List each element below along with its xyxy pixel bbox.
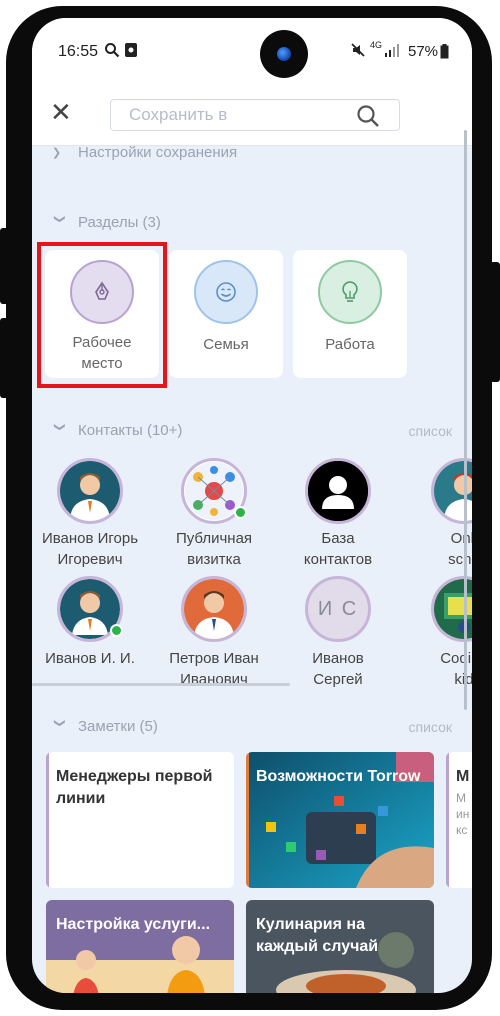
- online-indicator: [110, 624, 123, 637]
- section-card-family[interactable]: Семья: [169, 250, 283, 378]
- notes-header[interactable]: ❯ Заметки (5): [52, 718, 158, 735]
- note-excerpt: Мин кс: [456, 791, 470, 837]
- battery-level: 57%: [408, 43, 439, 60]
- selection-highlight: [37, 242, 167, 388]
- save-settings-label: Настройки сохранения: [78, 144, 238, 161]
- avatar: И С: [305, 576, 371, 642]
- smile-icon: [216, 282, 236, 302]
- section-label: Работа: [325, 336, 375, 353]
- contact-name: Иванов И. И.: [45, 650, 135, 667]
- volume-button: [0, 228, 10, 304]
- note-title: Кулинария на каждый случай: [256, 916, 379, 955]
- lightbulb-icon: [342, 281, 358, 302]
- status-bar: 16:55 4G 57%: [32, 18, 472, 82]
- note-title: Менеджеры первой линии: [56, 768, 213, 807]
- note-stripe: [246, 752, 249, 888]
- search-status-icon: [104, 42, 120, 62]
- chevron-down-icon: ❯: [53, 214, 66, 224]
- note-card[interactable]: Настройка услуги...: [46, 900, 234, 993]
- avatar: [57, 576, 123, 642]
- search-icon[interactable]: [355, 103, 381, 129]
- note-stripe: [446, 752, 449, 888]
- contact-initials: И С: [317, 597, 359, 620]
- contacts-list-link[interactable]: список: [409, 423, 452, 439]
- note-card[interactable]: Менеджеры первой линии: [46, 752, 234, 888]
- status-time: 16:55: [58, 43, 99, 60]
- contact-item[interactable]: Публичная визитка: [154, 458, 274, 570]
- contact-name: Иванов Игорь Игоревич: [41, 530, 139, 568]
- notes-header-label: Заметки (5): [78, 718, 158, 735]
- contact-name: База контактов: [303, 530, 373, 568]
- chevron-down-icon: ❯: [53, 422, 66, 432]
- screen: 16:55 4G 57% ✕ ❯ Настройки сохранен: [32, 18, 472, 993]
- battery-icon: [440, 44, 449, 63]
- vertical-scrollbar[interactable]: [464, 130, 467, 710]
- contact-item[interactable]: База контактов: [278, 458, 398, 570]
- front-camera: [260, 30, 308, 78]
- network-4g-icon: 4G: [370, 40, 383, 50]
- sections-header[interactable]: ❯ Разделы (3): [52, 214, 161, 231]
- contact-name: Onlischo: [448, 530, 472, 568]
- signal-icon: [384, 42, 400, 62]
- contact-name: Публичная визитка: [175, 530, 253, 568]
- avatar: [57, 458, 123, 524]
- sections-header-label: Разделы (3): [78, 214, 161, 231]
- contacts-header[interactable]: ❯ Контакты (10+): [52, 422, 183, 439]
- contact-item[interactable]: Onlischo: [404, 458, 472, 570]
- contact-item[interactable]: Иванов И. И.: [32, 576, 150, 669]
- search-toolbar: ✕: [32, 82, 472, 146]
- notification-icon: [124, 42, 138, 62]
- chevron-down-icon: ❯: [53, 718, 66, 728]
- avatar: [305, 458, 371, 524]
- volume-button: [0, 318, 10, 398]
- contact-item[interactable]: Иванов Игорь Игоревич: [32, 458, 150, 570]
- section-card-work[interactable]: Работа: [293, 250, 407, 378]
- note-card[interactable]: Возможности Torrow: [246, 752, 434, 888]
- horizontal-scroll-indicator[interactable]: [32, 683, 290, 686]
- notes-list-link[interactable]: список: [409, 719, 452, 735]
- power-button: [490, 262, 500, 382]
- note-stripe: [46, 752, 49, 888]
- section-circle: [318, 260, 382, 324]
- chevron-right-icon: ❯: [52, 147, 62, 159]
- note-card[interactable]: Кулинария на каждый случай: [246, 900, 434, 993]
- avatar: [181, 458, 247, 524]
- section-label: Семья: [203, 336, 249, 353]
- note-card[interactable]: М Мин кс: [446, 752, 472, 888]
- section-circle: [194, 260, 258, 324]
- person-icon: [308, 461, 368, 521]
- close-icon[interactable]: ✕: [50, 98, 72, 126]
- note-title: Настройка услуги...: [56, 916, 211, 933]
- mute-icon: [350, 42, 366, 62]
- contact-item[interactable]: И С Иванов Сергей: [278, 576, 398, 690]
- contact-item[interactable]: Петров Иван Иванович: [154, 576, 274, 690]
- note-title: М: [456, 768, 470, 785]
- avatar: [181, 576, 247, 642]
- save-settings-toggle[interactable]: ❯ Настройки сохранения: [52, 144, 237, 161]
- search-box[interactable]: [110, 99, 400, 131]
- contact-name: Иванов Сергей: [312, 650, 364, 688]
- online-indicator: [234, 506, 247, 519]
- contact-item[interactable]: Codingkid: [404, 576, 472, 690]
- note-title: Возможности Torrow: [256, 768, 421, 785]
- search-input[interactable]: [111, 100, 351, 130]
- contacts-header-label: Контакты (10+): [78, 422, 183, 439]
- contact-name: Codingkid: [440, 650, 472, 688]
